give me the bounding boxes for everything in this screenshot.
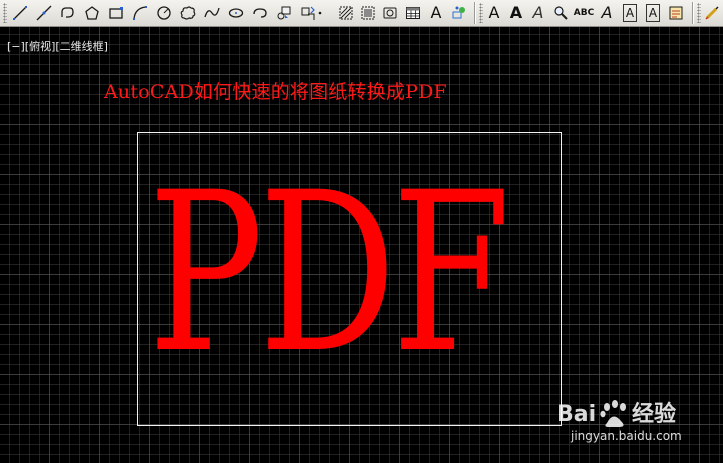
ellipse-arc-tool-button[interactable] bbox=[250, 3, 270, 23]
convert-distance-tool-button[interactable] bbox=[666, 3, 686, 23]
scale-text-tool-button[interactable]: A bbox=[620, 3, 640, 23]
circle-tool-button[interactable] bbox=[154, 3, 174, 23]
pdf-large-text[interactable]: PDF bbox=[33, 163, 597, 383]
toolbar-grip[interactable] bbox=[3, 3, 7, 23]
line-tool-button[interactable] bbox=[10, 3, 30, 23]
toolbar-grip[interactable] bbox=[697, 3, 701, 23]
gradient-tool-button[interactable] bbox=[358, 3, 378, 23]
dimension-style-tool-button[interactable] bbox=[702, 3, 722, 23]
find-text-tool-button[interactable]: A bbox=[528, 3, 548, 23]
multiline-text-icon: A bbox=[430, 3, 442, 22]
add-selected-icon bbox=[452, 6, 465, 19]
point-icon bbox=[318, 11, 322, 15]
text-style-manager-icon: A bbox=[601, 3, 613, 22]
edit-text-tool-button[interactable]: A bbox=[506, 3, 526, 23]
spell-check-tool-button[interactable]: ABC bbox=[574, 3, 594, 23]
drawing-title-text[interactable]: AutoCAD如何快速的将图纸转换成PDF bbox=[104, 77, 447, 104]
baidu-logo-watermark: Bai 经验 bbox=[557, 400, 676, 427]
region-icon bbox=[383, 7, 397, 19]
toolbar-grip[interactable] bbox=[479, 3, 483, 23]
add-selected-tool-button[interactable] bbox=[449, 3, 469, 23]
arc-icon bbox=[133, 6, 147, 20]
gradient-icon bbox=[361, 6, 375, 20]
text-style-icon: A bbox=[488, 3, 500, 22]
arc-tool-button[interactable] bbox=[130, 3, 150, 23]
find-text-icon: A bbox=[532, 3, 544, 22]
region-tool-button[interactable] bbox=[380, 3, 400, 23]
construction-line-icon bbox=[36, 5, 52, 21]
ellipse-arc-icon bbox=[253, 8, 267, 18]
table-icon bbox=[406, 7, 420, 19]
draw-toolbar: A A A A ABC A A A bbox=[0, 0, 723, 27]
scale-text-icon: A bbox=[622, 4, 638, 22]
rectangle-tool-button[interactable] bbox=[106, 3, 126, 23]
toolbar-separator bbox=[692, 2, 694, 24]
ellipse-tool-button[interactable] bbox=[226, 3, 246, 23]
toolbar-separator bbox=[474, 2, 476, 24]
svg-text:Bai: Bai bbox=[557, 402, 596, 427]
circle-icon bbox=[157, 6, 171, 20]
baidu-jingyan-url: jingyan.baidu.com bbox=[571, 429, 682, 443]
table-tool-button[interactable] bbox=[403, 3, 423, 23]
find-replace-tool-button[interactable] bbox=[551, 3, 571, 23]
drawing-canvas[interactable]: [−][俯视][二维线框] AutoCAD如何快速的将图纸转换成PDF PDF … bbox=[0, 27, 723, 463]
revision-cloud-tool-button[interactable] bbox=[178, 3, 198, 23]
multiline-text-tool-button[interactable]: A bbox=[426, 3, 446, 23]
line-icon bbox=[13, 6, 27, 20]
baidu-jingyan-watermark: Bai 经验 jingyan.baidu.com bbox=[557, 395, 717, 445]
spline-icon bbox=[204, 7, 220, 18]
insert-block-tool-button[interactable] bbox=[274, 3, 294, 23]
polygon-icon bbox=[85, 6, 99, 20]
convert-distance-icon bbox=[669, 6, 683, 20]
justify-text-tool-button[interactable]: A bbox=[643, 3, 663, 23]
rectangle-icon bbox=[109, 7, 123, 19]
spell-check-icon: ABC bbox=[573, 7, 595, 18]
polygon-tool-button[interactable] bbox=[82, 3, 102, 23]
polyline-icon bbox=[61, 7, 74, 18]
text-style-manager-tool-button[interactable]: A bbox=[597, 3, 617, 23]
ellipse-icon bbox=[228, 8, 244, 18]
revision-cloud-icon bbox=[180, 6, 196, 20]
point-tool-button[interactable] bbox=[312, 3, 328, 23]
dimension-style-icon bbox=[705, 6, 719, 20]
find-replace-icon bbox=[554, 6, 568, 20]
hatch-icon bbox=[339, 6, 353, 20]
justify-text-icon: A bbox=[645, 4, 661, 22]
construction-line-tool-button[interactable] bbox=[34, 3, 54, 23]
insert-block-icon bbox=[277, 6, 291, 20]
text-style-tool-button[interactable]: A bbox=[484, 3, 504, 23]
polyline-tool-button[interactable] bbox=[58, 3, 78, 23]
spline-tool-button[interactable] bbox=[202, 3, 222, 23]
viewport-controls-label[interactable]: [−][俯视][二维线框] bbox=[7, 38, 108, 54]
hatch-tool-button[interactable] bbox=[336, 3, 356, 23]
edit-text-icon: A bbox=[509, 3, 523, 22]
svg-text:经验: 经验 bbox=[632, 401, 676, 427]
